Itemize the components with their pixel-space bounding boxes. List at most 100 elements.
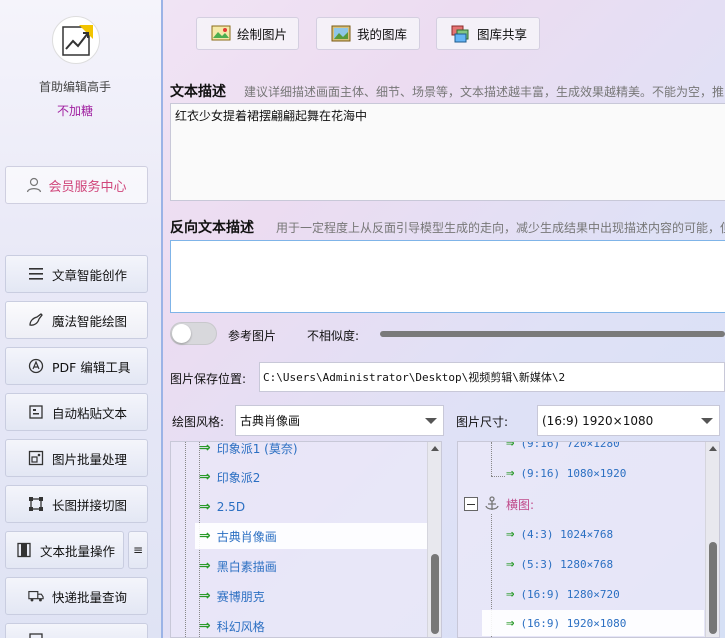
size-item-selected[interactable]: ⇒ (16:9) 1920×1080 <box>482 610 704 636</box>
style-item-selected[interactable]: ⇒ 古典肖像画 <box>195 523 427 549</box>
size-select[interactable]: (16:9) 1920×1080 <box>537 405 720 436</box>
size-item[interactable]: ⇒ (16:9) 1280×720 <box>506 581 620 607</box>
style-select-value: 古典肖像画 <box>240 414 301 428</box>
prompt-title: 文本描述 <box>170 84 226 100</box>
negative-prompt-textarea[interactable] <box>170 240 725 313</box>
tree-line <box>491 442 492 476</box>
size-item[interactable]: ⇒ (4:3) 1024×768 <box>506 521 613 547</box>
sidebar: 首助编辑高手 不加糖 会员服务中心 文章智能创作 魔法智能绘图 PDF 编辑工具… <box>0 0 163 638</box>
text-icon <box>16 542 32 558</box>
tab-draw-image[interactable]: 绘制图片 <box>196 17 299 50</box>
sidebar-item-label: 文本批量操作 <box>40 543 116 559</box>
collapse-toggle[interactable] <box>464 497 478 511</box>
arrow-right-icon: ⇒ <box>506 441 515 451</box>
size-item[interactable]: ⇒ (9:16) 720×1280 <box>506 441 620 456</box>
style-item-label: 黑白素描画 <box>216 559 277 574</box>
sidebar-item-article[interactable]: 文章智能创作 <box>5 255 148 293</box>
user-name: 首助编辑高手 <box>38 80 111 94</box>
tab-label: 我的图库 <box>357 27 408 42</box>
arrow-right-icon: ⇒ <box>506 465 515 481</box>
prompt-textarea[interactable]: 红衣少女提着裙摆翩翩起舞在花海中 <box>170 103 725 201</box>
arrow-right-icon: ⇒ <box>199 499 211 515</box>
negative-prompt-hint: 用于一定程度上从反面引导模型生成的走向，减少生成结果中出现描述内容的可能，但 <box>276 221 725 235</box>
scroll-thumb[interactable] <box>431 554 439 634</box>
style-label: 绘图风格: <box>172 415 225 429</box>
paint-icon <box>211 25 231 40</box>
sidebar-item-more[interactable] <box>5 623 148 638</box>
sidebar-item-label: 长图拼接切图 <box>52 497 128 513</box>
image-icon <box>28 450 44 466</box>
size-tree-scrollbar[interactable] <box>705 442 719 637</box>
tree-line <box>491 476 505 477</box>
style-item[interactable]: ⇒ 2.5D <box>199 494 245 520</box>
app-logo <box>52 16 100 64</box>
sidebar-item-label: 魔法智能绘图 <box>52 313 128 329</box>
size-item-label: (16:9) 1280×720 <box>520 587 620 601</box>
sidebar-item-long-image[interactable]: 长图拼接切图 <box>5 485 148 523</box>
reference-image-toggle[interactable] <box>170 322 217 345</box>
member-service-button[interactable]: 会员服务中心 <box>5 166 148 204</box>
size-item-label: (9:16) 720×1280 <box>520 441 620 450</box>
tab-label: 绘制图片 <box>237 27 288 42</box>
save-path-input[interactable]: C:\Users\Administrator\Desktop\视频剪辑\新媒体\… <box>259 362 725 392</box>
arrow-right-icon: ⇒ <box>506 586 515 602</box>
chevron-down-icon <box>425 418 437 424</box>
truck-icon <box>28 588 44 604</box>
sidebar-item-pdf[interactable]: PDF 编辑工具 <box>5 347 148 385</box>
size-group-label: 横图: <box>506 497 535 512</box>
size-item-label: (5:3) 1280×768 <box>520 557 614 571</box>
chevron-down-icon <box>701 418 713 424</box>
save-path-label: 图片保存位置: <box>170 372 247 386</box>
share-icon <box>451 25 469 42</box>
size-item[interactable]: ⇒ (9:16) 1080×1920 <box>506 460 626 486</box>
sidebar-item-label: 快递批量查询 <box>52 589 128 605</box>
size-item-label: (4:3) 1024×768 <box>520 527 614 541</box>
sidebar-menu-button[interactable]: ≡ <box>128 531 148 569</box>
arrow-right-icon: ⇒ <box>506 526 515 542</box>
size-select-value: (16:9) 1920×1080 <box>542 413 654 428</box>
similarity-label: 不相似度: <box>307 329 360 343</box>
scroll-up-icon[interactable] <box>431 446 439 451</box>
style-tree-scrollbar[interactable] <box>427 442 441 637</box>
paste-icon <box>28 404 44 420</box>
toggle-knob <box>172 324 191 343</box>
tab-my-gallery[interactable]: 我的图库 <box>316 17 420 50</box>
sidebar-item-express[interactable]: 快递批量查询 <box>5 577 148 615</box>
sidebar-item-image-batch[interactable]: 图片批量处理 <box>5 439 148 477</box>
style-item-label: 科幻风格 <box>216 619 265 634</box>
style-item[interactable]: ⇒ 印象派1 (莫奈) <box>199 442 298 461</box>
size-tree: ⇒ (9:16) 720×1280 ⇒ (9:16) 1080×1920 横图:… <box>457 441 720 638</box>
sidebar-item-paste[interactable]: 自动粘贴文本 <box>5 393 148 431</box>
reference-image-label: 参考图片 <box>228 329 277 343</box>
arrow-right-icon: ⇒ <box>199 588 211 604</box>
pdf-icon <box>28 358 44 374</box>
style-item[interactable]: ⇒ 赛博朋克 <box>199 583 265 609</box>
style-item[interactable]: ⇒ 科幻风格 <box>199 613 265 637</box>
crop-icon <box>28 496 44 512</box>
size-item[interactable]: ⇒ (5:3) 1280×768 <box>506 551 613 577</box>
user-badge: 不加糖 <box>56 104 93 118</box>
style-item-label: 印象派2 <box>216 470 261 485</box>
member-service-label: 会员服务中心 <box>48 179 127 195</box>
size-label: 图片尺寸: <box>456 415 509 429</box>
tab-gallery-share[interactable]: 图库共享 <box>436 17 540 50</box>
size-item-label: (16:9) 1920×1080 <box>520 616 627 630</box>
tree-line <box>185 442 186 637</box>
sidebar-item-magic-draw[interactable]: 魔法智能绘图 <box>5 301 148 339</box>
sidebar-item-text-batch[interactable]: 文本批量操作 <box>5 531 124 569</box>
more-icon <box>28 630 44 638</box>
list-icon <box>28 266 44 282</box>
chart-logo-icon <box>62 25 93 56</box>
similarity-slider[interactable] <box>380 331 725 337</box>
size-item-label: (9:16) 1080×1920 <box>520 466 627 480</box>
tab-label: 图库共享 <box>477 27 528 42</box>
negative-prompt-title: 反向文本描述 <box>170 220 254 236</box>
scroll-up-icon[interactable] <box>709 446 717 451</box>
arrow-right-icon: ⇒ <box>506 615 515 631</box>
style-item[interactable]: ⇒ 印象派2 <box>199 464 260 490</box>
style-select[interactable]: 古典肖像画 <box>235 405 444 436</box>
scroll-thumb[interactable] <box>709 542 717 634</box>
style-item[interactable]: ⇒ 黑白素描画 <box>199 553 277 579</box>
arrow-right-icon: ⇒ <box>199 528 211 544</box>
style-item-label: 2.5D <box>216 500 246 514</box>
